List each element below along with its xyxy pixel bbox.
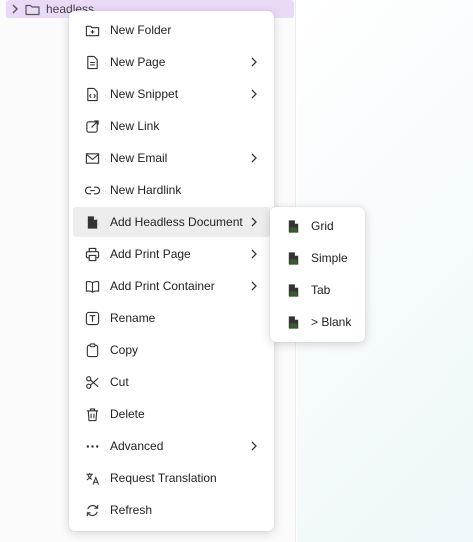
trash-icon [84,406,100,422]
folder-icon [24,3,40,16]
menu-item-label: Request Translation [110,471,217,485]
menu-item-label: New Hardlink [110,183,182,197]
menu-item-label: New Email [110,151,168,165]
submenu-item-grid[interactable]: Grid [274,211,361,241]
book-icon [84,278,100,294]
menu-item-add-print-page[interactable]: Add Print Page [73,239,270,269]
menu-item-label: Delete [110,407,145,421]
file-text-icon [84,54,100,70]
chevron-right-icon [251,281,257,291]
menu-item-label: Advanced [110,439,164,453]
menu-item-refresh[interactable]: Refresh [73,495,270,525]
menu-item-label: Rename [110,311,156,325]
menu-item-cut[interactable]: Cut [73,367,270,397]
folder-plus-icon [84,22,100,38]
menu-item-label: New Page [110,55,166,69]
menu-item-add-print-container[interactable]: Add Print Container [73,271,270,301]
menu-item-label: Add Headless Document [110,215,243,229]
menu-item-request-translation[interactable]: Request Translation [73,463,270,493]
chevron-right-icon[interactable] [8,4,22,14]
scissors-icon [84,374,100,390]
menu-item-advanced[interactable]: Advanced [73,431,270,461]
chevron-right-icon [251,217,257,227]
mail-icon [84,150,100,166]
link-icon [84,182,100,198]
submenu-item-tab[interactable]: Tab [274,275,361,305]
submenu-item-label: Simple [311,251,348,265]
chevron-right-icon [251,441,257,451]
menu-item-label: Cut [110,375,129,389]
submenu-item-label: > Blank [311,315,352,329]
menu-item-add-headless-document[interactable]: Add Headless Document [73,207,270,237]
menu-item-new-email[interactable]: New Email [73,143,270,173]
printer-icon [84,246,100,262]
submenu-item-blank[interactable]: > Blank [274,307,361,337]
chevron-right-icon [251,89,257,99]
menu-item-new-snippet[interactable]: New Snippet [73,79,270,109]
document-icon [285,314,301,330]
menu-item-new-page[interactable]: New Page [73,47,270,77]
translate-icon [84,470,100,486]
menu-item-delete[interactable]: Delete [73,399,270,429]
submenu-item-label: Grid [311,219,334,233]
menu-item-label: New Link [110,119,160,133]
menu-item-new-link[interactable]: New Link [73,111,270,141]
menu-item-label: Refresh [110,503,153,517]
clipboard-icon [84,342,100,358]
submenu-item-simple[interactable]: Simple [274,243,361,273]
menu-item-label: Add Print Page [110,247,191,261]
menu-item-label: Add Print Container [110,279,215,293]
context-menu: New Folder New Page New Snippet New Link… [69,11,274,531]
link-external-icon [84,118,100,134]
menu-item-new-folder[interactable]: New Folder [73,15,270,45]
text-icon [84,310,100,326]
document-icon [285,282,301,298]
menu-item-copy[interactable]: Copy [73,335,270,365]
refresh-icon [84,502,100,518]
headless-document-submenu: Grid Simple Tab > Blank [270,207,365,342]
chevron-right-icon [251,249,257,259]
file-code-icon [84,86,100,102]
menu-item-label: Copy [110,343,139,357]
menu-item-label: New Snippet [110,87,179,101]
chevron-right-icon [251,153,257,163]
dots-icon [84,438,100,454]
chevron-right-icon [251,57,257,67]
document-icon [285,218,301,234]
menu-item-label: New Folder [110,23,172,37]
document-icon [285,250,301,266]
menu-item-new-hardlink[interactable]: New Hardlink [73,175,270,205]
document-icon [84,214,100,230]
submenu-item-label: Tab [311,283,331,297]
menu-item-rename[interactable]: Rename [73,303,270,333]
